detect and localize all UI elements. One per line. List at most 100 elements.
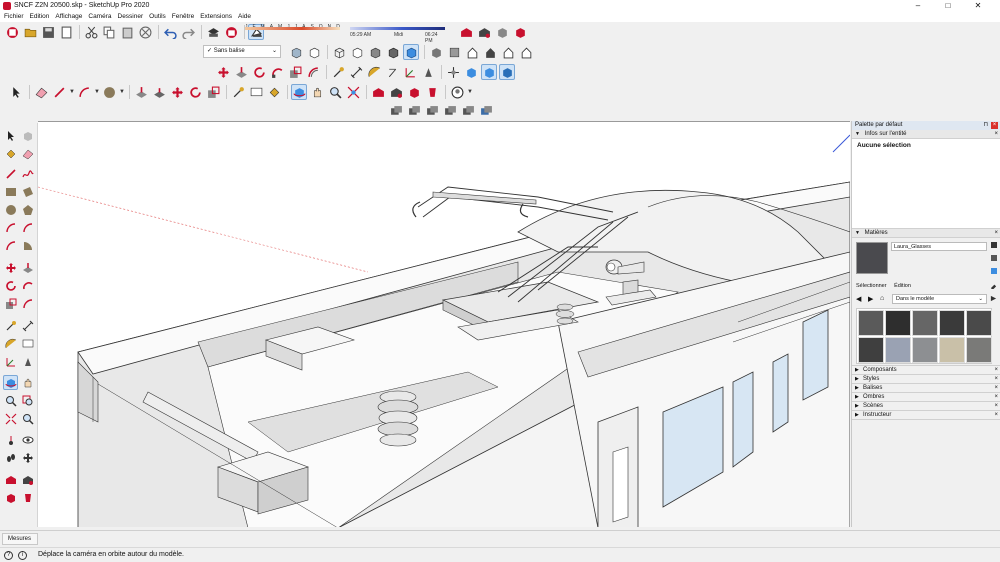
scale-icon[interactable] bbox=[205, 84, 221, 100]
text-icon[interactable] bbox=[384, 64, 400, 80]
tray-components[interactable]: ▶ Composants × bbox=[852, 366, 1000, 375]
extension-manager-icon[interactable] bbox=[20, 490, 35, 505]
right-view-icon[interactable] bbox=[482, 44, 498, 60]
warehouse-icon[interactable] bbox=[370, 84, 386, 100]
home-icon[interactable]: ⌂ bbox=[880, 295, 884, 302]
menu-outils[interactable]: Outils bbox=[146, 12, 169, 22]
paste-icon[interactable] bbox=[119, 24, 135, 40]
material-swatch[interactable] bbox=[912, 337, 938, 363]
tray-close-icon[interactable]: × bbox=[994, 402, 998, 411]
material-swatch[interactable] bbox=[858, 337, 884, 363]
section-plane-icon[interactable] bbox=[20, 450, 35, 465]
tray-close-icon[interactable]: × bbox=[994, 375, 998, 384]
chevron-down-icon[interactable]: ▼ bbox=[119, 89, 125, 95]
tray-tags[interactable]: ▶ Balises × bbox=[852, 384, 1000, 393]
create-material-icon[interactable] bbox=[991, 242, 997, 248]
move-icon[interactable] bbox=[215, 64, 231, 80]
zoom-window-icon[interactable] bbox=[20, 393, 35, 408]
tape-measure-icon[interactable] bbox=[230, 84, 246, 100]
material-library-select[interactable]: Dans le modèle ⌄ bbox=[892, 294, 987, 304]
monochrome-icon[interactable] bbox=[403, 44, 419, 60]
orbit-icon[interactable] bbox=[3, 375, 18, 390]
layout-icon[interactable] bbox=[512, 24, 528, 40]
time-bar[interactable] bbox=[350, 27, 445, 30]
material-swatch[interactable] bbox=[885, 337, 911, 363]
extension-warehouse-icon[interactable] bbox=[406, 84, 422, 100]
two-point-arc-icon[interactable] bbox=[20, 220, 35, 235]
shape-icon[interactable] bbox=[101, 84, 117, 100]
tray-close-icon[interactable]: × bbox=[994, 130, 998, 139]
tray-styles[interactable]: ▶ Styles × bbox=[852, 375, 1000, 384]
material-swatch[interactable] bbox=[939, 337, 965, 363]
3d-text-icon[interactable] bbox=[20, 354, 35, 369]
scale-icon[interactable] bbox=[3, 296, 18, 311]
cut-icon[interactable] bbox=[83, 24, 99, 40]
tag-dropdown[interactable]: ✓ Sans balise ⌄ bbox=[203, 45, 281, 58]
rotate-icon[interactable] bbox=[3, 278, 18, 293]
polygon-icon[interactable] bbox=[20, 202, 35, 217]
arc-icon[interactable] bbox=[3, 220, 18, 235]
shaded-icon[interactable] bbox=[367, 44, 383, 60]
warehouse-icon[interactable] bbox=[3, 472, 18, 487]
section-cuts-icon[interactable] bbox=[481, 64, 497, 80]
tray-close-icon[interactable]: × bbox=[994, 229, 998, 238]
freehand-icon[interactable] bbox=[20, 166, 35, 181]
shaded-textures-icon[interactable] bbox=[385, 44, 401, 60]
axes-icon[interactable] bbox=[402, 64, 418, 80]
make-component-icon[interactable] bbox=[20, 128, 35, 143]
erase-icon[interactable] bbox=[137, 24, 153, 40]
pin-icon[interactable]: ⊓ bbox=[983, 121, 988, 130]
select-icon[interactable] bbox=[3, 128, 18, 143]
material-swatch[interactable] bbox=[966, 337, 992, 363]
tray-close-icon[interactable]: × bbox=[994, 393, 998, 402]
warehouse-icon[interactable] bbox=[458, 24, 474, 40]
tray-close-icon[interactable]: × bbox=[994, 411, 998, 420]
look-around-icon[interactable] bbox=[20, 432, 35, 447]
top-view-icon[interactable] bbox=[446, 44, 462, 60]
share-model-icon[interactable] bbox=[476, 24, 492, 40]
line-icon[interactable] bbox=[3, 166, 18, 181]
3d-viewport[interactable] bbox=[38, 121, 850, 527]
menu-extensions[interactable]: Extensions bbox=[197, 12, 235, 22]
wireframe-icon[interactable] bbox=[331, 44, 347, 60]
share-model-icon[interactable] bbox=[20, 472, 35, 487]
help-icon[interactable]: ? bbox=[4, 551, 13, 560]
info-icon[interactable]: i bbox=[18, 551, 27, 560]
back-view-icon[interactable] bbox=[500, 44, 516, 60]
material-swatch[interactable] bbox=[939, 310, 965, 336]
library-details-icon[interactable] bbox=[990, 295, 997, 302]
rotated-rectangle-icon[interactable] bbox=[20, 184, 35, 199]
line-icon[interactable] bbox=[51, 84, 67, 100]
close-button[interactable]: ✕ bbox=[964, 0, 992, 12]
paint-bucket-icon[interactable] bbox=[266, 84, 282, 100]
trim-icon[interactable] bbox=[460, 103, 476, 119]
move-icon[interactable] bbox=[169, 84, 185, 100]
follow-me-icon[interactable] bbox=[269, 64, 285, 80]
eraser-icon[interactable] bbox=[20, 146, 35, 161]
default-material-icon[interactable] bbox=[991, 268, 997, 274]
material-swatch[interactable] bbox=[912, 310, 938, 336]
circle-icon[interactable] bbox=[3, 202, 18, 217]
rotate-icon[interactable] bbox=[251, 64, 267, 80]
chevron-down-icon[interactable]: ▼ bbox=[69, 89, 75, 95]
tray-close-icon[interactable]: × bbox=[994, 384, 998, 393]
orbit-icon[interactable] bbox=[291, 84, 307, 100]
pie-icon[interactable] bbox=[20, 238, 35, 253]
rotate-icon[interactable] bbox=[187, 84, 203, 100]
menu-aide[interactable]: Aide bbox=[235, 12, 254, 22]
push-pull-icon[interactable] bbox=[133, 84, 149, 100]
back-edges-icon[interactable] bbox=[306, 44, 322, 60]
save-as-icon[interactable] bbox=[58, 24, 74, 40]
pan-icon[interactable] bbox=[20, 375, 35, 390]
menu-fenetre[interactable]: Fenêtre bbox=[169, 12, 197, 22]
chevron-down-icon[interactable]: ▼ bbox=[94, 89, 100, 95]
left-view-icon[interactable] bbox=[518, 44, 534, 60]
tab-select[interactable]: Sélectionner bbox=[856, 283, 887, 289]
zoom-extents-icon[interactable] bbox=[345, 84, 361, 100]
follow-me-icon[interactable] bbox=[151, 84, 167, 100]
front-view-icon[interactable] bbox=[464, 44, 480, 60]
redo-icon[interactable] bbox=[180, 24, 196, 40]
previous-view-icon[interactable] bbox=[20, 411, 35, 426]
forward-icon[interactable]: ▶ bbox=[868, 295, 873, 303]
eraser-icon[interactable] bbox=[33, 84, 49, 100]
